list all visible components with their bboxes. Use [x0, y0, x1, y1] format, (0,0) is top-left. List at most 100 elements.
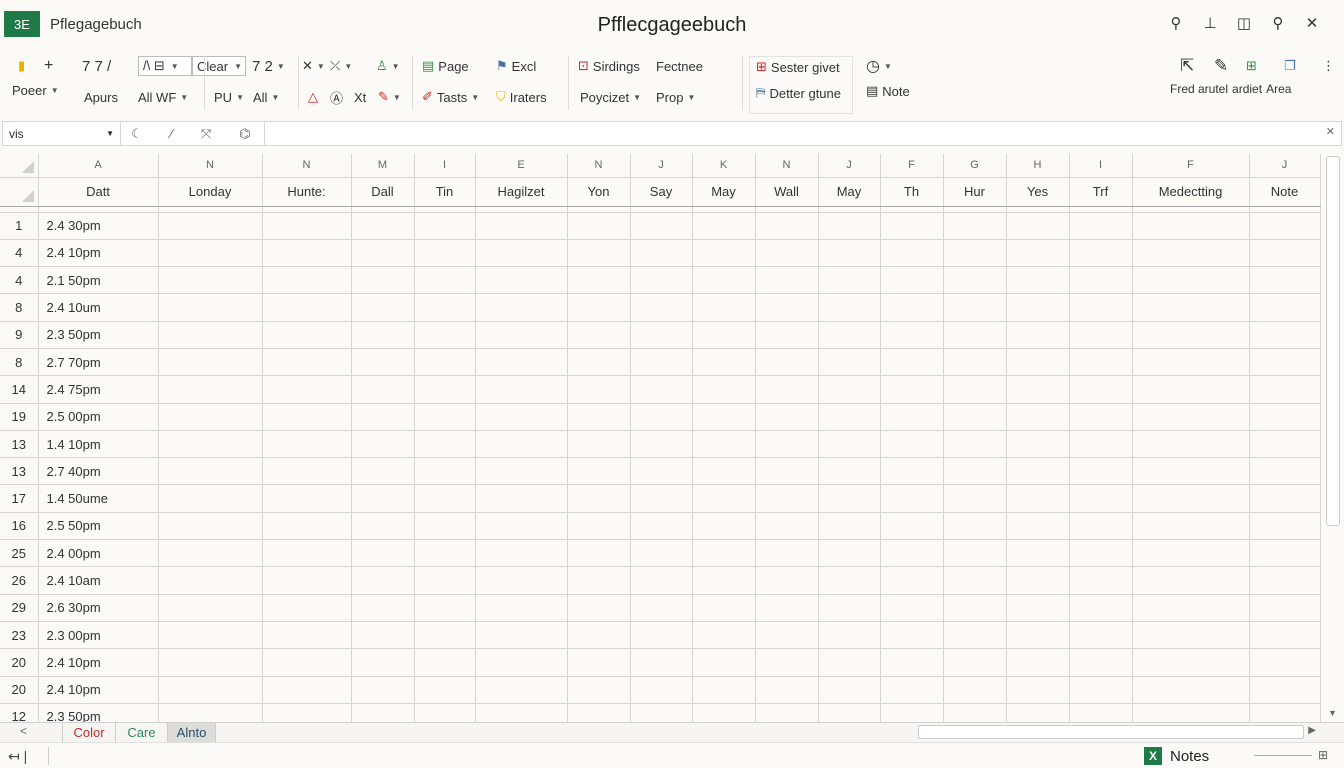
grid-cell[interactable]: [351, 293, 415, 322]
column-letter[interactable]: N: [755, 154, 819, 178]
grid-cell[interactable]: [1249, 430, 1321, 459]
scroll-down-icon[interactable]: ▼: [1328, 708, 1337, 718]
grid-cell[interactable]: [1069, 293, 1133, 322]
add-button[interactable]: +: [44, 56, 53, 76]
grid-cell[interactable]: [475, 457, 568, 486]
grid-cell[interactable]: [755, 703, 819, 722]
grid-cell[interactable]: [755, 539, 819, 568]
grid-cell[interactable]: [1006, 348, 1070, 377]
grid-cell[interactable]: [755, 676, 819, 704]
grid-cell[interactable]: [692, 403, 756, 431]
grid-cell[interactable]: [414, 239, 476, 268]
grid-cell[interactable]: [1249, 512, 1321, 541]
grid-cell[interactable]: [1069, 512, 1133, 541]
grid-cell[interactable]: [262, 566, 352, 595]
column-header[interactable]: Londay: [158, 177, 263, 207]
grid-cell[interactable]: [158, 676, 263, 704]
column-header[interactable]: Dall: [351, 177, 415, 207]
grid-cell[interactable]: [158, 321, 263, 349]
grid-cell[interactable]: [630, 512, 693, 541]
grid-cell[interactable]: [1132, 321, 1250, 349]
select-all-corner[interactable]: [0, 154, 39, 178]
grid-cell[interactable]: [1069, 321, 1133, 349]
grid-cell[interactable]: [351, 484, 415, 513]
grid-cell[interactable]: [158, 539, 263, 568]
grid-cell[interactable]: [262, 348, 352, 377]
grid-cell[interactable]: [880, 293, 944, 322]
all-wf-dropdown[interactable]: All WF ▼: [138, 87, 188, 107]
number-dropdown[interactable]: 7 2 ▼: [252, 56, 285, 76]
grid-cell[interactable]: [475, 566, 568, 595]
area-label[interactable]: Area: [1266, 82, 1291, 96]
grid-cell[interactable]: [1249, 621, 1321, 650]
grid-cell[interactable]: [692, 293, 756, 322]
grid-cell[interactable]: [943, 594, 1007, 622]
grid-cell[interactable]: [262, 212, 352, 240]
grid-cell[interactable]: [692, 703, 756, 722]
grid-cell[interactable]: [1132, 648, 1250, 677]
grid-cell[interactable]: [567, 703, 631, 722]
grid-cell[interactable]: [1132, 348, 1250, 377]
column-header[interactable]: Medectting: [1132, 177, 1250, 207]
grid-cell[interactable]: [414, 348, 476, 377]
grid-cell[interactable]: [414, 321, 476, 349]
grid-cell[interactable]: [692, 676, 756, 704]
row-number[interactable]: 20: [0, 648, 39, 677]
grid-cell[interactable]: [475, 403, 568, 431]
column-letter[interactable]: J: [818, 154, 881, 178]
grid-cell[interactable]: [692, 621, 756, 650]
grid-cell[interactable]: [158, 566, 263, 595]
date-cell[interactable]: 2.7 70pm: [38, 348, 159, 377]
share-button[interactable]: ⇱: [1180, 56, 1194, 76]
column-letter[interactable]: I: [414, 154, 476, 178]
grid-cell[interactable]: [880, 321, 944, 349]
grid-cell[interactable]: [1249, 403, 1321, 431]
grid-cell[interactable]: [567, 430, 631, 459]
grid-cell[interactable]: [351, 512, 415, 541]
grid-cell[interactable]: [630, 430, 693, 459]
grid-cell[interactable]: [475, 430, 568, 459]
apurs-button[interactable]: Apurs: [84, 87, 118, 107]
grid-cell[interactable]: [475, 703, 568, 722]
grid-cell[interactable]: [1249, 703, 1321, 722]
grid-cell[interactable]: [755, 648, 819, 677]
grid-cell[interactable]: [1069, 676, 1133, 704]
grid-cell[interactable]: [818, 321, 881, 349]
grid-cell[interactable]: [1249, 348, 1321, 377]
grid-cell[interactable]: [818, 430, 881, 459]
grid-cell[interactable]: [475, 484, 568, 513]
column-letter[interactable]: H: [1006, 154, 1070, 178]
grid-cell[interactable]: [475, 594, 568, 622]
grid-cell[interactable]: [630, 484, 693, 513]
grid-cell[interactable]: [880, 348, 944, 377]
zoom-icon[interactable]: ⚲: [1268, 12, 1288, 34]
grid-cell[interactable]: [351, 703, 415, 722]
grid-cell[interactable]: [943, 212, 1007, 240]
grid-cell[interactable]: [1006, 403, 1070, 431]
grid-cell[interactable]: [1006, 621, 1070, 650]
grid-cell[interactable]: [692, 566, 756, 595]
grid-cell[interactable]: [262, 403, 352, 431]
column-letter[interactable]: A: [38, 154, 159, 178]
grid-cell[interactable]: [475, 239, 568, 268]
grid-cell[interactable]: [1006, 484, 1070, 513]
grid-cell[interactable]: [158, 648, 263, 677]
grid-cell[interactable]: [880, 703, 944, 722]
grid-cell[interactable]: [630, 212, 693, 240]
scroll-thumb[interactable]: [1326, 156, 1340, 526]
grid-cell[interactable]: [943, 621, 1007, 650]
grid-cell[interactable]: [692, 266, 756, 295]
tab-care[interactable]: Care: [116, 723, 168, 742]
grid-cell[interactable]: [158, 403, 263, 431]
date-cell[interactable]: 2.4 10pm: [38, 239, 159, 268]
grid-cell[interactable]: [692, 375, 756, 404]
sester-givet-button[interactable]: ⊞ Sester givet: [756, 57, 840, 77]
grid-cell[interactable]: [1069, 403, 1133, 431]
grid-cell[interactable]: [1249, 375, 1321, 404]
grid-cell[interactable]: [630, 348, 693, 377]
grid-cell[interactable]: [630, 239, 693, 268]
grid-cell[interactable]: [1069, 703, 1133, 722]
grid-cell[interactable]: [943, 484, 1007, 513]
grid-cell[interactable]: [943, 321, 1007, 349]
grid-cell[interactable]: [567, 512, 631, 541]
